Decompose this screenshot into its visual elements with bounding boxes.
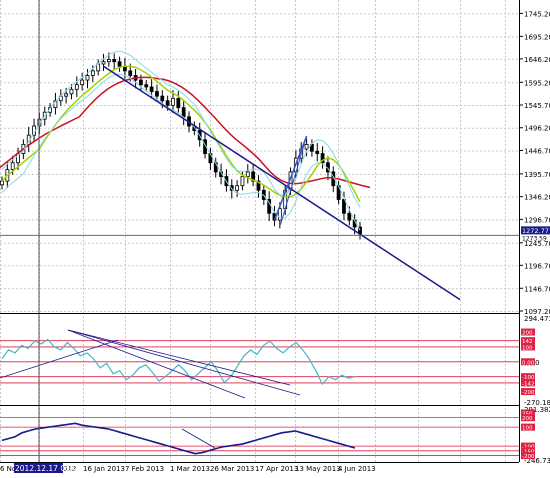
candle-body — [0, 180, 4, 186]
osc-level-label: -200 — [522, 390, 535, 396]
indicator-level-label: 200 — [522, 416, 533, 422]
indicator-pane[interactable] — [0, 407, 519, 462]
candle-body — [139, 79, 143, 86]
candle-body — [101, 61, 106, 65]
price-tick-label: 1296.70 — [524, 216, 550, 224]
candle-body — [240, 176, 245, 187]
oscillator-pane[interactable] — [0, 315, 519, 405]
candle-body — [128, 70, 133, 76]
time-axis-label: 4 Jun 2013 — [338, 465, 376, 473]
osc-level-label: -142 — [522, 381, 534, 387]
osc-level-label: 200 — [522, 331, 533, 337]
price-tick-label: 1346.20 — [524, 194, 550, 202]
candle-body — [155, 91, 159, 97]
candle-body — [245, 171, 250, 177]
price-tick-label: 1646.20 — [524, 56, 550, 64]
candle-body — [90, 70, 95, 76]
indicator-level-label: -200 — [522, 454, 535, 460]
price-tick-label: 1545.70 — [524, 102, 550, 110]
price-tick-label: 1745.20 — [524, 10, 550, 18]
time-axis-label: 13 May 2013 — [295, 465, 341, 473]
candle-body — [149, 86, 154, 92]
candle-body — [171, 98, 175, 106]
candle-body — [181, 107, 186, 118]
candle-body — [85, 75, 90, 81]
price-tick-label: 1196.70 — [524, 262, 550, 270]
candle-body — [176, 98, 181, 109]
chart-canvas[interactable]: 1745.20 1695.20 1646.20 1595.20 1545.70 1496.… — [0, 0, 550, 474]
indicator-level-label: 100 — [522, 426, 533, 432]
candle-body — [112, 59, 117, 63]
price-tick-label: 1446.70 — [524, 147, 550, 155]
candle-body — [342, 199, 346, 214]
candle-body — [347, 212, 352, 221]
candle-body — [10, 162, 15, 171]
time-axis-label: 7 Feb 2013 — [125, 465, 164, 473]
candle-body — [165, 100, 170, 106]
candle-body — [80, 79, 85, 86]
candle-body — [64, 93, 69, 97]
candle-body — [144, 84, 149, 88]
osc-level-label: 100 — [522, 345, 533, 351]
price-tick-label: 1146.70 — [524, 285, 550, 293]
candle-body — [69, 88, 74, 95]
price-tick-label: 1395.70 — [524, 171, 550, 179]
time-axis-label: 1 Mar 2013 — [170, 465, 210, 473]
secondary-price-label: 1273.59 — [522, 235, 547, 242]
candle-body — [304, 143, 309, 150]
current-price-label: 1272.77 — [522, 227, 549, 235]
price-tick-label: 1695.20 — [524, 33, 550, 41]
osc-tick-label: 294.473 — [524, 315, 550, 323]
candle-body — [315, 150, 320, 154]
price-tick-label: 1496.20 — [524, 125, 550, 133]
crosshair-date-label: 2012.12.17 0:00 — [15, 464, 77, 473]
candle-body — [160, 95, 165, 102]
candle-body — [117, 61, 122, 67]
time-axis-label: 17 Apr 2013 — [255, 465, 298, 473]
time-axis-label: 26 Mar 2013 — [210, 465, 254, 473]
candle-body — [106, 59, 111, 63]
trading-chart-window[interactable]: 1745.20 1695.20 1646.20 1595.20 1545.70 1496.… — [0, 0, 550, 474]
osc-level-label: 0.00 — [522, 360, 535, 366]
time-axis-label: 16 Jan 2013 — [83, 465, 125, 473]
candle-body — [74, 84, 79, 90]
price-tick-label: 1595.20 — [524, 79, 550, 87]
candle-body — [235, 185, 240, 191]
